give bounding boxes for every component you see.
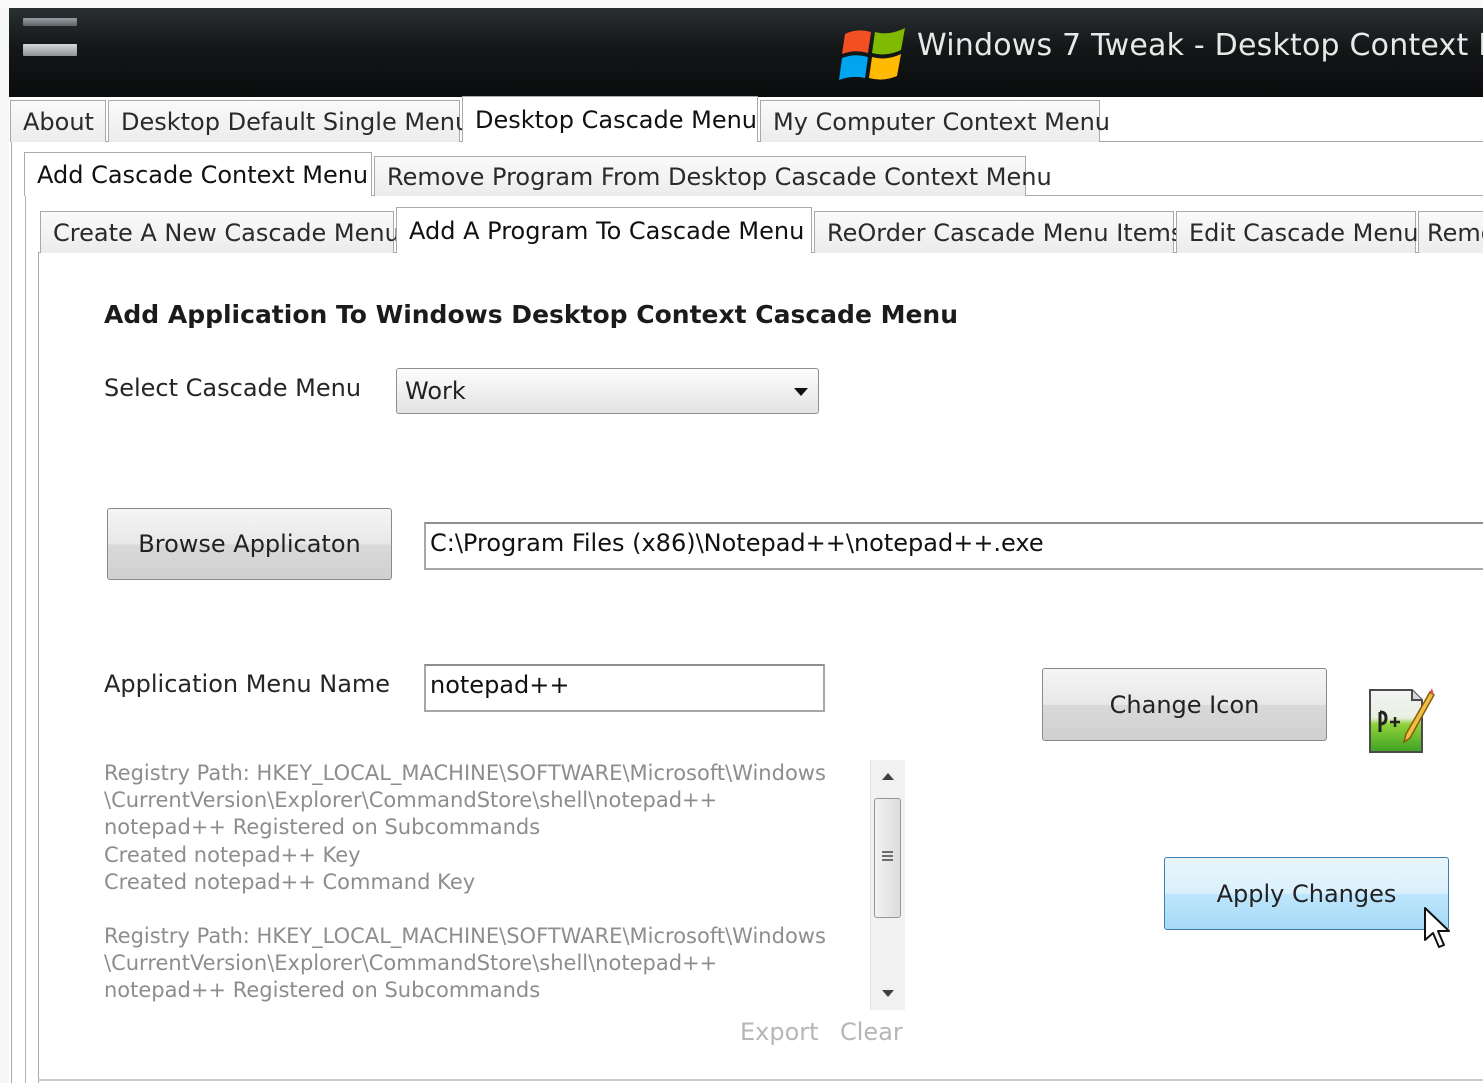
tab-edit-cascade-menu[interactable]: Edit Cascade Menu <box>1176 211 1419 253</box>
application-path-value: C:\Program Files (x86)\Notepad++\notepad… <box>430 529 1044 557</box>
log-line: Created notepad++ Command Key <box>104 869 476 894</box>
cascade-menu-select-value: Work <box>405 377 466 405</box>
log-line: notepad++ Registered on Subcommands <box>104 815 541 840</box>
tab-my-computer-context-menu[interactable]: My Computer Context Menu <box>760 100 1110 142</box>
window-frame-top <box>0 0 1483 8</box>
tab-label: Remove Program From Desktop Cascade Cont… <box>387 162 1052 191</box>
grip-icon <box>882 851 893 863</box>
windows-logo-icon <box>839 28 905 80</box>
chevron-down-icon <box>794 388 808 396</box>
cascade-menu-select[interactable]: Work <box>396 368 819 414</box>
tab-label: Remove <box>1427 218 1483 247</box>
log-line: Registry Path: HKEY_LOCAL_MACHINE\SOFTWA… <box>104 761 826 785</box>
browse-application-button-label: Browse Applicaton <box>138 530 361 558</box>
tab-label: ReOrder Cascade Menu Items <box>827 218 1184 247</box>
tab-label: Edit Cascade Menu <box>1189 218 1419 247</box>
apply-changes-button-label: Apply Changes <box>1216 879 1397 908</box>
select-cascade-menu-label: Select Cascade Menu <box>104 374 362 402</box>
tab-about[interactable]: About <box>10 100 106 142</box>
hamburger-menu-icon[interactable] <box>23 18 77 64</box>
window-frame-left <box>0 8 9 1083</box>
tab-desktop-default-single-menu[interactable]: Desktop Default Single Menu <box>108 100 470 142</box>
main-tab-row: About Desktop Default Single Menu Deskto… <box>10 96 1110 142</box>
export-link[interactable]: Export <box>740 1018 819 1046</box>
log-scrollbar[interactable] <box>870 760 905 1010</box>
tab-add-cascade-context-menu[interactable]: Add Cascade Context Menu <box>24 152 372 196</box>
application-menu-name-label: Application Menu Name <box>104 670 391 698</box>
scrollbar-thumb[interactable] <box>874 798 901 918</box>
application-path-field[interactable]: C:\Program Files (x86)\Notepad++\notepad… <box>424 522 1483 570</box>
log-line: Created notepad++ Key <box>104 842 361 867</box>
scroll-down-arrow-icon[interactable] <box>882 990 894 997</box>
registry-log: Registry Path: HKEY_LOCAL_MACHINE\SOFTWA… <box>104 760 864 1010</box>
clear-link[interactable]: Clear <box>840 1018 903 1046</box>
tab-label: Add A Program To Cascade Menu <box>409 216 805 245</box>
form-heading: Add Application To Windows Desktop Conte… <box>104 300 959 329</box>
apply-changes-button[interactable]: Apply Changes <box>1164 857 1449 930</box>
tab-remove[interactable]: Remove <box>1418 211 1483 253</box>
application-menu-name-field[interactable]: notepad++ <box>424 664 825 712</box>
sub-tab-row: Add Cascade Context Menu Remove Program … <box>24 152 1052 196</box>
scroll-up-arrow-icon[interactable] <box>882 773 894 780</box>
log-line: \CurrentVersion\Explorer\CommandStore\sh… <box>104 788 718 813</box>
tab-label: About <box>23 107 94 136</box>
tab-reorder-cascade-menu-items[interactable]: ReOrder Cascade Menu Items <box>814 211 1183 253</box>
tab-label: Create A New Cascade Menu <box>53 218 400 247</box>
tab-remove-program-from-desktop-cascade-context-menu[interactable]: Remove Program From Desktop Cascade Cont… <box>374 156 1052 196</box>
notepad-plus-plus-icon <box>1369 688 1435 753</box>
title-bar: Windows 7 Tweak - Desktop Context Menu <box>9 8 1483 97</box>
window-title: Windows 7 Tweak - Desktop Context Menu <box>917 28 1483 63</box>
log-line: Registry Path: HKEY_LOCAL_MACHINE\SOFTWA… <box>104 924 826 949</box>
sub-panel-border <box>25 196 26 1083</box>
inner-panel-bottom <box>38 1079 1483 1081</box>
browse-application-button[interactable]: Browse Applicaton <box>107 508 392 580</box>
tab-create-a-new-cascade-menu[interactable]: Create A New Cascade Menu <box>40 211 400 253</box>
application-menu-name-value: notepad++ <box>430 671 570 699</box>
mouse-cursor-icon <box>1424 907 1450 948</box>
tab-add-a-program-to-cascade-menu[interactable]: Add A Program To Cascade Menu <box>396 207 812 253</box>
outer-panel-border <box>11 142 12 1083</box>
log-line: notepad++ Registered on Subcommands <box>104 978 541 1003</box>
tab-label: Desktop Default Single Menu <box>121 107 471 136</box>
tab-label: Desktop Cascade Menu <box>475 105 757 134</box>
change-icon-button-label: Change Icon <box>1109 690 1260 719</box>
log-line: \CurrentVersion\Explorer\CommandStore\sh… <box>104 951 718 976</box>
tab-desktop-cascade-menu[interactable]: Desktop Cascade Menu <box>462 96 758 142</box>
inner-tab-row: Create A New Cascade Menu Add A Program … <box>40 207 1483 253</box>
change-icon-button[interactable]: Change Icon <box>1042 668 1327 741</box>
tab-label: Add Cascade Context Menu <box>37 160 369 189</box>
inner-panel-border <box>38 253 39 1083</box>
tab-label: My Computer Context Menu <box>773 107 1111 136</box>
